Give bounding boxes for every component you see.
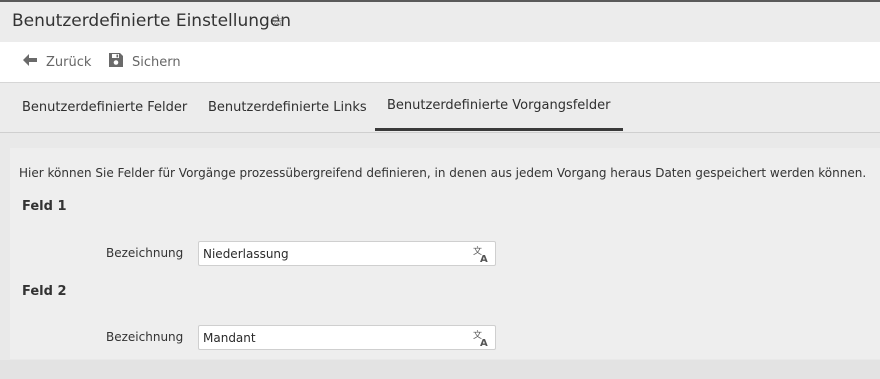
toolbar: Zurück Sichern	[0, 42, 880, 83]
tab-benutzerdefinierte-vorgangsfelder[interactable]: Benutzerdefinierte Vorgangsfelder	[375, 83, 623, 131]
tab-bar: Benutzerdefinierte Felder Benutzerdefini…	[0, 83, 880, 133]
field-1-input[interactable]	[203, 242, 463, 265]
floppy-icon	[108, 52, 124, 72]
field-2-heading: Feld 2	[22, 284, 67, 299]
field-1-label: Bezeichnung	[106, 246, 184, 260]
description-text: Hier können Sie Felder für Vorgänge proz…	[19, 166, 867, 180]
bottom-strip	[0, 360, 880, 379]
tab-benutzerdefinierte-felder[interactable]: Benutzerdefinierte Felder	[10, 83, 199, 131]
content-panel: Hier können Sie Felder für Vorgänge proz…	[10, 148, 880, 359]
back-label: Zurück	[46, 54, 92, 70]
svg-text:A: A	[480, 338, 488, 347]
svg-text:A: A	[480, 254, 488, 263]
field-2-input-box: 文 A	[198, 325, 496, 350]
arrow-left-icon	[22, 52, 38, 72]
save-button[interactable]: Sichern	[108, 42, 181, 82]
star-outline-icon[interactable]: ☆	[270, 11, 285, 31]
page-title: Benutzerdefinierte Einstellungen	[12, 11, 292, 31]
field-2-input[interactable]	[203, 326, 463, 349]
tab-benutzerdefinierte-links[interactable]: Benutzerdefinierte Links	[196, 83, 379, 131]
title-bar: Benutzerdefinierte Einstellungen ☆	[0, 2, 880, 42]
field-1-input-box: 文 A	[198, 241, 496, 266]
back-button[interactable]: Zurück	[22, 42, 91, 82]
field-1-heading: Feld 1	[22, 199, 67, 214]
save-label: Sichern	[132, 54, 181, 70]
field-2-label: Bezeichnung	[106, 330, 184, 344]
